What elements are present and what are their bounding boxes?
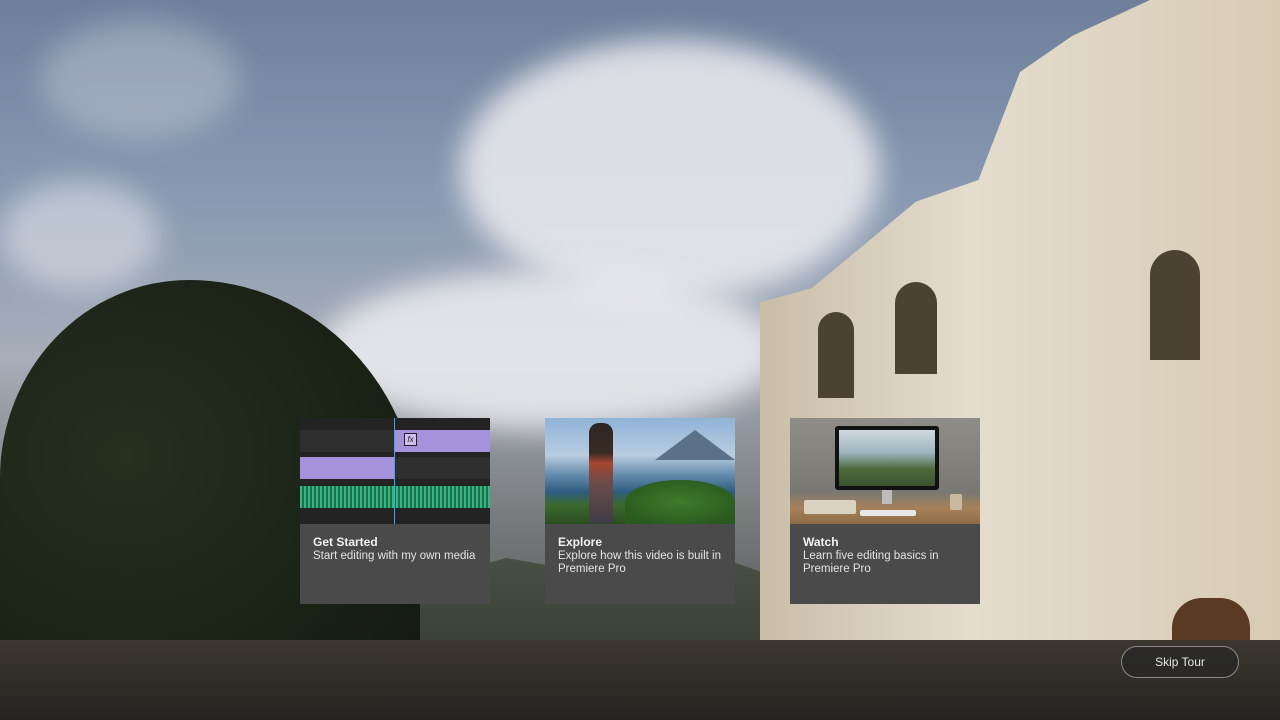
video-clip: [300, 457, 394, 479]
explore-card[interactable]: Explore Explore how this video is built …: [545, 418, 735, 604]
skip-tour-button[interactable]: Skip Tour: [1121, 646, 1239, 678]
audio-device: [804, 500, 856, 514]
card-title: Watch: [803, 535, 839, 549]
monitor-screen: [839, 430, 935, 486]
cloud: [460, 40, 880, 300]
lake-landscape-thumbnail: [545, 418, 735, 524]
card-description: Learn five editing basics in Premiere Pr…: [803, 550, 939, 575]
volcano: [655, 430, 735, 460]
ground: [0, 640, 1280, 720]
card-title: Explore: [558, 535, 603, 549]
desktop-computer-thumbnail: [790, 418, 980, 524]
fx-badge-icon: fx: [404, 433, 417, 446]
timeline-thumbnail: fx: [300, 418, 490, 524]
bell-arch: [895, 282, 937, 374]
monitor-stand: [882, 490, 892, 504]
cup: [950, 494, 962, 510]
cloud: [0, 180, 160, 290]
cloud: [40, 20, 240, 140]
monitor: [835, 426, 939, 490]
card-description: Start editing with my own media: [313, 550, 476, 562]
foliage: [625, 480, 735, 524]
get-started-card[interactable]: fx Get Started Start editing with my own…: [300, 418, 490, 604]
window-arch: [1150, 250, 1200, 360]
bell-arch: [818, 312, 854, 398]
card-title: Get Started: [313, 535, 378, 549]
person-figure: [589, 423, 613, 523]
card-description: Explore how this video is built in Premi…: [558, 550, 721, 575]
background-video-frame: fx Get Started Start editing with my own…: [0, 0, 1280, 720]
playhead: [394, 418, 395, 524]
keyboard: [860, 510, 916, 516]
watch-card[interactable]: Watch Learn five editing basics in Premi…: [790, 418, 980, 604]
audio-waveform: [300, 486, 490, 508]
